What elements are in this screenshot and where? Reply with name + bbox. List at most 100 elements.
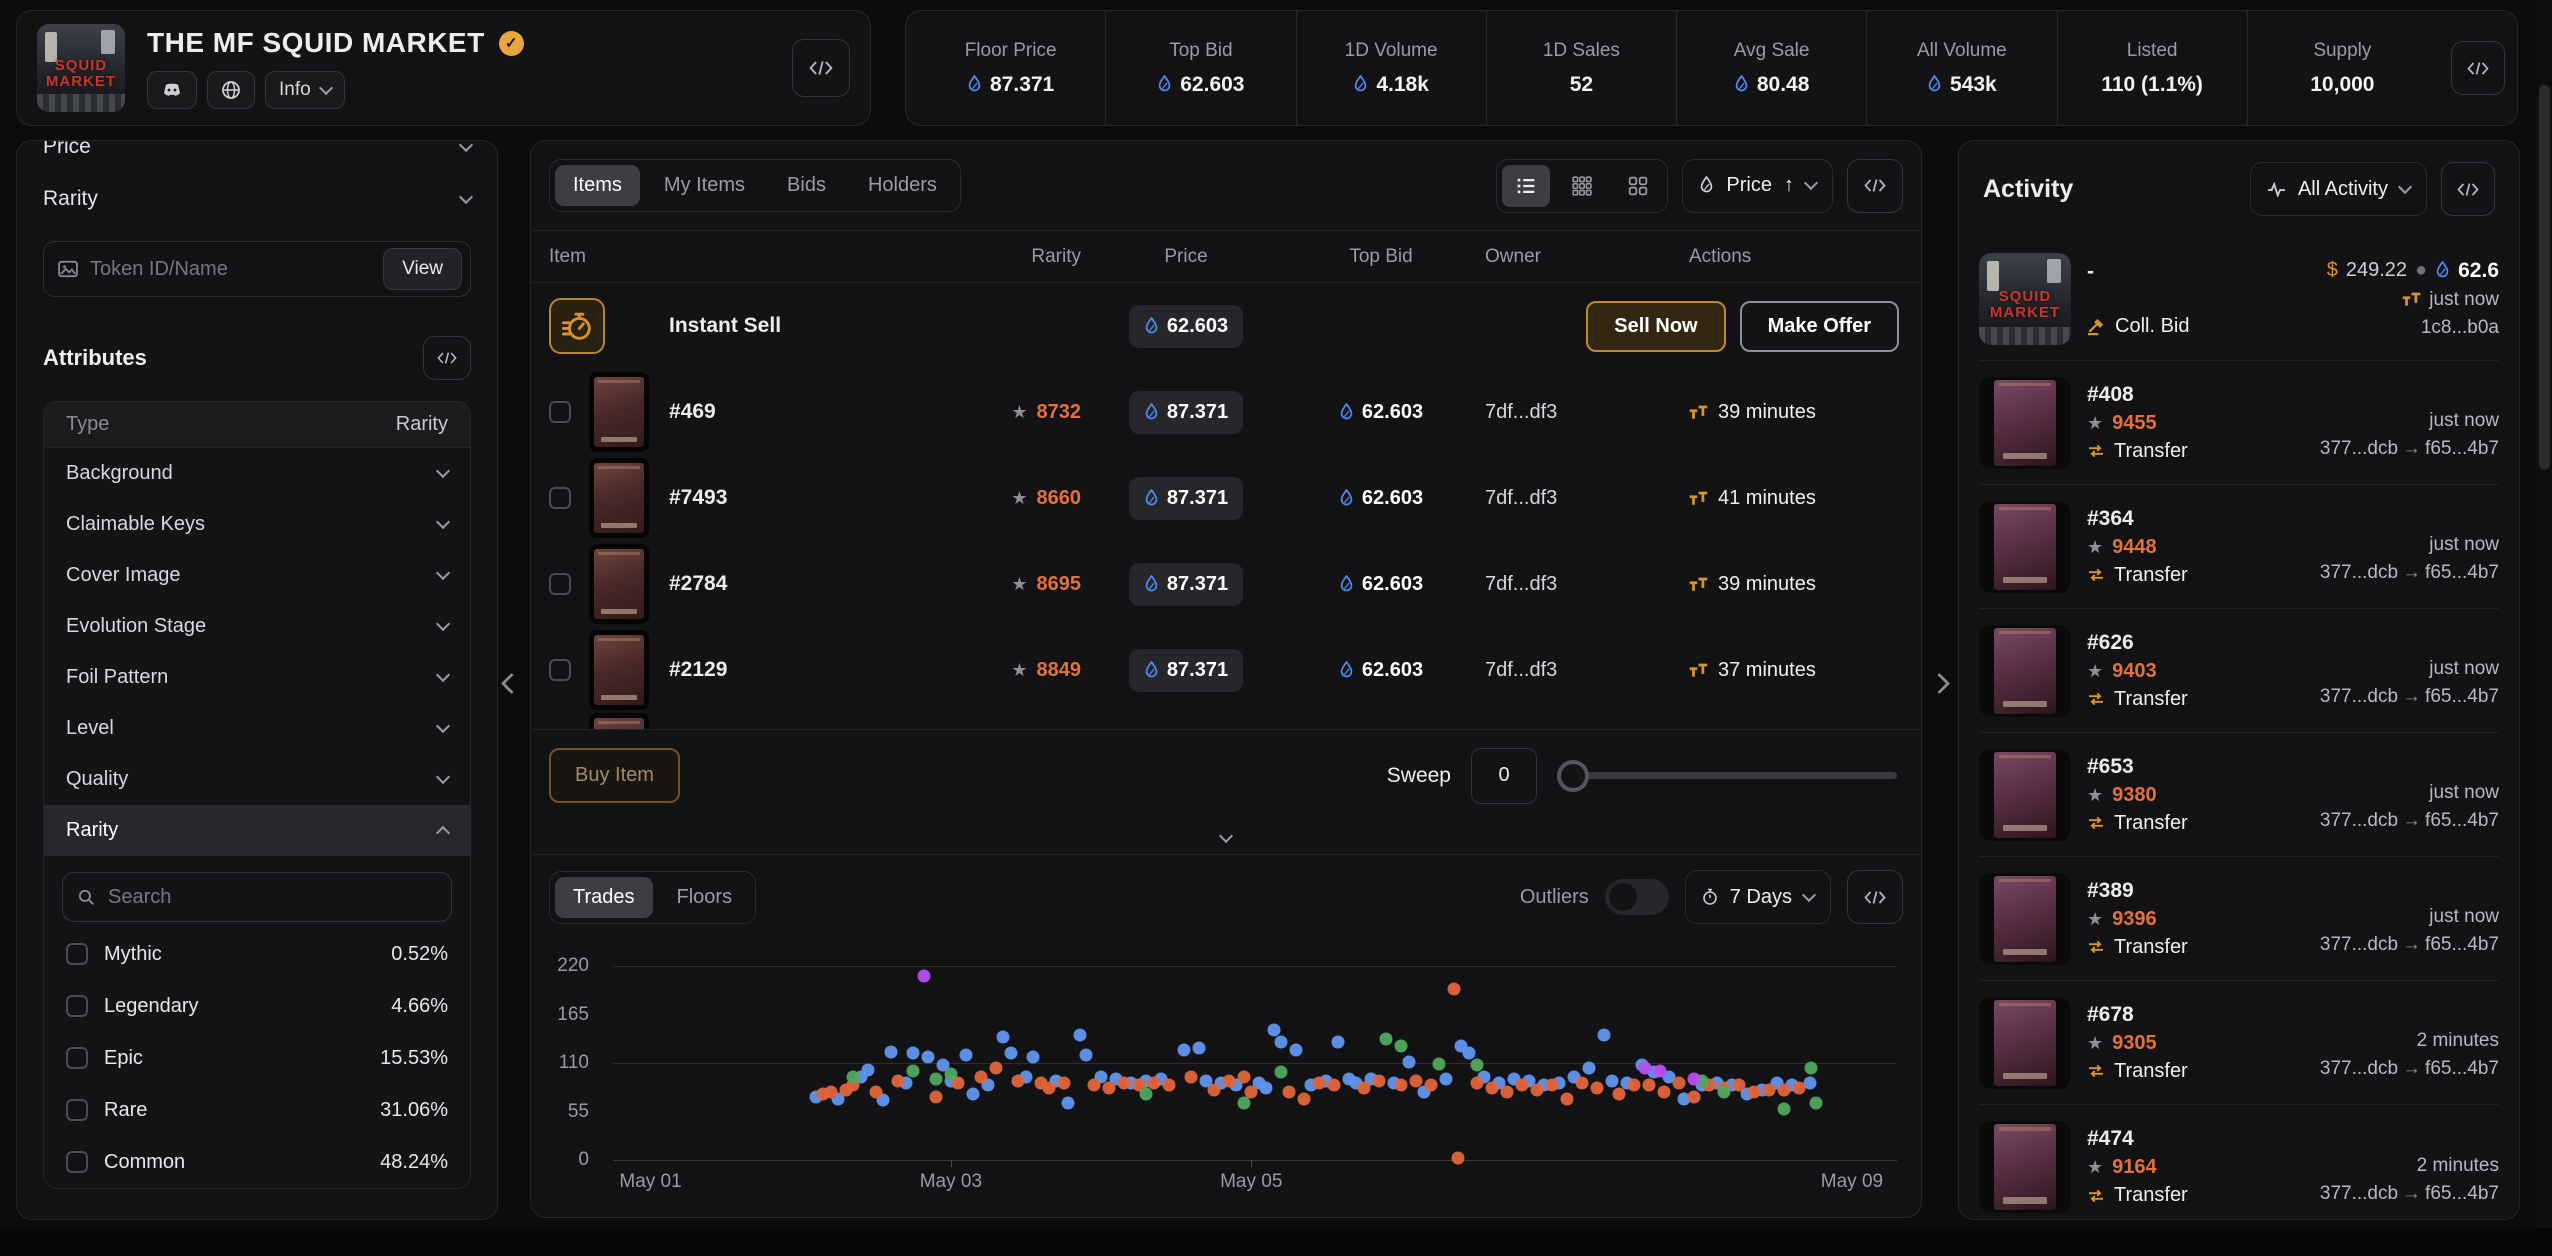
row-checkbox[interactable] bbox=[549, 401, 571, 423]
scatter-point-orange bbox=[1425, 1079, 1438, 1092]
chart-code-button[interactable] bbox=[1847, 870, 1903, 924]
token-id-input[interactable] bbox=[90, 258, 371, 281]
collection-avatar[interactable]: SQUIDMARKET bbox=[37, 24, 125, 112]
nft-thumbnail bbox=[589, 544, 649, 624]
tab-floors[interactable]: Floors bbox=[659, 877, 751, 918]
scatter-point-orange bbox=[1222, 1075, 1235, 1088]
large-grid-view-button[interactable] bbox=[1614, 165, 1662, 207]
tab-trades[interactable]: Trades bbox=[555, 877, 653, 918]
attribute-cover-image[interactable]: Cover Image bbox=[44, 550, 470, 601]
owner-address[interactable]: 7df...df3 bbox=[1471, 487, 1641, 510]
scatter-point-purple bbox=[917, 969, 930, 982]
attribute-quality[interactable]: Quality bbox=[44, 754, 470, 805]
slider-handle[interactable] bbox=[1557, 760, 1589, 792]
attribute-level[interactable]: Level bbox=[44, 703, 470, 754]
tab-holders[interactable]: Holders bbox=[850, 165, 955, 206]
row-checkbox[interactable] bbox=[549, 487, 571, 509]
nft-thumbnail bbox=[1979, 501, 2071, 593]
expand-table-button[interactable] bbox=[531, 821, 1921, 855]
scrollbar-thumb[interactable] bbox=[2539, 85, 2550, 470]
attribute-rarity-expanded[interactable]: Rarity bbox=[44, 805, 470, 856]
trades-scatter-chart[interactable]: 055110165220 May 01May 03May 05May 09 bbox=[531, 939, 1921, 1197]
activity-item-transfer[interactable]: #389 ★9396 Transfer just now 377...dcb→f… bbox=[1979, 857, 2499, 981]
attribute-claimable-keys[interactable]: Claimable Keys bbox=[44, 499, 470, 550]
tab-items[interactable]: Items bbox=[555, 165, 640, 206]
filter-section-rarity[interactable]: Rarity bbox=[43, 173, 471, 225]
owner-address[interactable]: 7df...df3 bbox=[1471, 401, 1641, 424]
item-row[interactable]: #2784 ★8695 87.371 62.603 7df...df3 39 m… bbox=[531, 541, 1921, 627]
make-offer-button[interactable]: Make Offer bbox=[1740, 301, 1899, 352]
items-code-button[interactable] bbox=[1847, 159, 1903, 213]
sol-icon bbox=[1734, 75, 1749, 94]
scatter-point-orange bbox=[1162, 1079, 1175, 1092]
transaction-hash[interactable]: 1c8...b0a bbox=[2421, 317, 2499, 339]
rarity-option-legendary[interactable]: Legendary4.66% bbox=[44, 980, 470, 1032]
scatter-point-orange bbox=[1297, 1092, 1310, 1105]
instant-sell-price: 62.603 bbox=[1129, 305, 1243, 348]
activity-item-coll-bid[interactable]: SQUIDMARKET - Coll. Bid $249.22●62.6 jus… bbox=[1979, 237, 2499, 361]
page-scrollbar[interactable] bbox=[2536, 0, 2552, 1256]
owner-address[interactable]: 7df...df3 bbox=[1471, 659, 1641, 682]
tab-bids[interactable]: Bids bbox=[769, 165, 844, 206]
time-range-dropdown[interactable]: 7 Days bbox=[1685, 870, 1831, 924]
scatter-point-blue bbox=[922, 1050, 935, 1063]
activity-item-transfer[interactable]: #408 ★9455 Transfer just now 377...dcb→f… bbox=[1979, 361, 2499, 485]
attributes-code-button[interactable] bbox=[423, 336, 471, 380]
activity-item-transfer[interactable]: #364 ★9448 Transfer just now 377...dcb→f… bbox=[1979, 485, 2499, 609]
filter-section-price[interactable]: Price bbox=[43, 140, 471, 173]
list-view-button[interactable] bbox=[1502, 165, 1550, 207]
collapse-sidebar-button[interactable] bbox=[498, 670, 524, 696]
scatter-point-orange bbox=[1643, 1079, 1656, 1092]
rarity-option-mythic[interactable]: Mythic0.52% bbox=[44, 928, 470, 980]
rarity-option-rare[interactable]: Rare31.06% bbox=[44, 1084, 470, 1136]
row-checkbox[interactable] bbox=[549, 573, 571, 595]
activity-filter-dropdown[interactable]: All Activity bbox=[2250, 162, 2427, 216]
buy-item-button[interactable]: Buy Item bbox=[549, 748, 680, 803]
activity-item-transfer[interactable]: #678 ★9305 Transfer 2 minutes 377...dcb→… bbox=[1979, 981, 2499, 1105]
sweep-count-input[interactable] bbox=[1471, 748, 1537, 804]
rarity-option-common[interactable]: Common48.24% bbox=[44, 1136, 470, 1188]
item-row[interactable]: #469 ★8732 87.371 62.603 7df...df3 39 mi… bbox=[531, 369, 1921, 455]
info-dropdown[interactable]: Info bbox=[265, 71, 345, 109]
instant-sell-icon bbox=[549, 298, 605, 354]
activity-code-button[interactable] bbox=[2441, 162, 2495, 216]
view-button[interactable]: View bbox=[383, 248, 462, 290]
tab-my-items[interactable]: My Items bbox=[646, 165, 763, 206]
row-checkbox[interactable] bbox=[549, 659, 571, 681]
header-code-button[interactable] bbox=[792, 39, 850, 97]
activity-item-transfer[interactable]: #626 ★9403 Transfer just now 377...dcb→f… bbox=[1979, 609, 2499, 733]
sol-icon bbox=[1353, 75, 1368, 94]
discord-button[interactable] bbox=[147, 71, 197, 109]
rarity-option-epic[interactable]: Epic15.53% bbox=[44, 1032, 470, 1084]
attribute-background[interactable]: Background bbox=[44, 448, 470, 499]
transfer-icon bbox=[2087, 692, 2105, 706]
owner-address[interactable]: 7df...df3 bbox=[1471, 573, 1641, 596]
checkbox[interactable] bbox=[66, 1151, 88, 1173]
arrow-right-icon: → bbox=[2398, 934, 2425, 955]
checkbox[interactable] bbox=[66, 1047, 88, 1069]
attributes-title: Attributes bbox=[43, 345, 147, 371]
sweep-slider[interactable] bbox=[1557, 759, 1897, 793]
checkbox[interactable] bbox=[66, 943, 88, 965]
outliers-toggle[interactable] bbox=[1605, 879, 1669, 915]
activity-item-transfer[interactable]: #474 ★9164 Transfer 2 minutes 377...dcb→… bbox=[1979, 1105, 2499, 1220]
checkbox[interactable] bbox=[66, 995, 88, 1017]
view-toggle-group bbox=[1496, 159, 1668, 213]
price-chip: 87.371 bbox=[1129, 391, 1243, 434]
attribute-evolution-stage[interactable]: Evolution Stage bbox=[44, 601, 470, 652]
activity-item-transfer[interactable]: #653 ★9380 Transfer just now 377...dcb→f… bbox=[1979, 733, 2499, 857]
attribute-foil-pattern[interactable]: Foil Pattern bbox=[44, 652, 470, 703]
small-grid-view-button[interactable] bbox=[1558, 165, 1606, 207]
expand-panel-button[interactable] bbox=[1926, 670, 1952, 696]
rarity-search-input[interactable] bbox=[108, 886, 437, 909]
checkbox[interactable] bbox=[66, 1099, 88, 1121]
item-row[interactable]: #7493 ★8660 87.371 62.603 7df...df3 41 m… bbox=[531, 455, 1921, 541]
tensor-marketplace-icon bbox=[1689, 491, 1708, 506]
item-row[interactable]: #2129 ★8849 87.371 62.603 7df...df3 37 m… bbox=[531, 627, 1921, 713]
stats-code-button[interactable] bbox=[2451, 41, 2505, 95]
chevron-down-icon bbox=[436, 464, 450, 478]
website-button[interactable] bbox=[207, 71, 255, 109]
sort-dropdown[interactable]: Price ↑ bbox=[1682, 159, 1833, 213]
sell-now-button[interactable]: Sell Now bbox=[1586, 301, 1725, 352]
scatter-point-blue bbox=[884, 1046, 897, 1059]
